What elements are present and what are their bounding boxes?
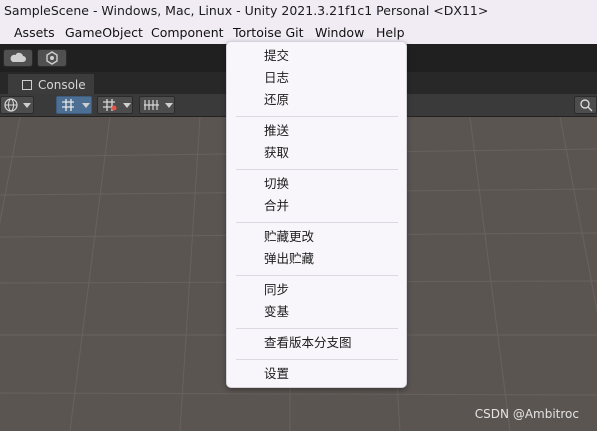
menu-item-label: 切换 xyxy=(264,176,290,191)
menu-item-push[interactable]: 推送 xyxy=(227,121,406,141)
collab-icon xyxy=(46,51,58,65)
menu-item-label: 日志 xyxy=(264,70,290,85)
menu-separator xyxy=(236,222,398,223)
menu-item-label: 贮藏更改 xyxy=(264,229,315,244)
menu-separator xyxy=(236,275,398,276)
menu-gameobject[interactable]: GameObject xyxy=(65,22,143,44)
menu-item-label: 推送 xyxy=(264,123,290,138)
menu-item-label: 同步 xyxy=(264,282,290,297)
tab-console-label: Console xyxy=(38,78,86,92)
menu-assets[interactable]: Assets xyxy=(14,22,55,44)
globe-icon xyxy=(4,98,18,112)
menu-item-label: 查看版本分支图 xyxy=(264,335,352,350)
menu-component[interactable]: Component xyxy=(151,22,224,44)
menu-item-sync[interactable]: 同步 xyxy=(227,280,406,300)
menu-item-rebase[interactable]: 变基 xyxy=(227,302,406,322)
menu-item-revert[interactable]: 还原 xyxy=(227,90,406,110)
menu-item-label: 设置 xyxy=(264,366,290,381)
watermark: CSDN @Ambitroc xyxy=(474,407,579,421)
align-dropdown[interactable] xyxy=(139,96,175,114)
menu-item-label: 获取 xyxy=(264,145,290,160)
menu-item-label: 弹出贮藏 xyxy=(264,251,315,266)
chevron-down-icon xyxy=(82,103,90,108)
menu-item-label: 变基 xyxy=(264,304,290,319)
window-title: SampleScene - Windows, Mac, Linux - Unit… xyxy=(0,0,597,22)
menu-separator xyxy=(236,328,398,329)
menu-separator xyxy=(236,169,398,170)
grid-icon xyxy=(62,99,74,111)
menu-item-label: 还原 xyxy=(264,92,290,107)
chevron-down-icon xyxy=(123,103,131,108)
cloud-icon xyxy=(10,52,26,62)
collab-button[interactable] xyxy=(37,49,67,67)
chevron-down-icon xyxy=(23,103,31,108)
menu-separator xyxy=(236,359,398,360)
snap-grid-icon xyxy=(103,99,117,111)
menu-item-stash-pop[interactable]: 弹出贮藏 xyxy=(227,249,406,269)
align-icon xyxy=(144,100,159,110)
menu-item-switch[interactable]: 切换 xyxy=(227,174,406,194)
draw-mode-dropdown[interactable] xyxy=(0,96,34,114)
menu-item-stash-save[interactable]: 贮藏更改 xyxy=(227,227,406,247)
console-icon xyxy=(22,80,32,90)
snap-increment-dropdown[interactable] xyxy=(97,96,133,114)
menu-item-label: 提交 xyxy=(264,48,290,63)
chevron-down-icon xyxy=(165,103,173,108)
search-icon xyxy=(580,99,593,112)
menu-item-label: 合并 xyxy=(264,198,290,213)
menu-item-commit[interactable]: 提交 xyxy=(227,46,406,66)
grid-snap-toggle[interactable] xyxy=(56,96,92,114)
menu-item-log[interactable]: 日志 xyxy=(227,68,406,88)
menu-item-merge[interactable]: 合并 xyxy=(227,196,406,216)
menu-separator xyxy=(236,116,398,117)
menu-item-fetch[interactable]: 获取 xyxy=(227,143,406,163)
menu-item-settings[interactable]: 设置 xyxy=(227,364,406,384)
scene-search-button[interactable] xyxy=(574,96,597,114)
cloud-button[interactable] xyxy=(3,49,33,67)
tortoise-git-menu: 提交 日志 还原 推送 获取 切换 合并 贮藏更改 弹出贮藏 同步 变基 查看版… xyxy=(226,41,407,388)
tab-console[interactable]: Console xyxy=(8,74,94,94)
menu-item-revision-graph[interactable]: 查看版本分支图 xyxy=(227,333,406,353)
